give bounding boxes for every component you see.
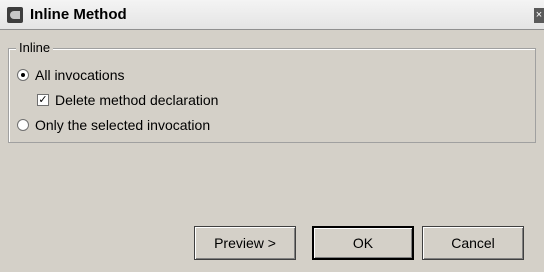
ok-button[interactable]: OK — [312, 226, 414, 260]
inline-method-dialog: Inline Method × Inline All invocations ✓… — [0, 0, 544, 272]
only-selected-label[interactable]: Only the selected invocation — [35, 116, 210, 134]
groupbox-label: Inline — [16, 39, 54, 56]
only-selected-radio[interactable] — [17, 119, 29, 131]
preview-button[interactable]: Preview > — [194, 226, 296, 260]
close-icon[interactable]: × — [534, 8, 544, 23]
delete-declaration-checkbox[interactable]: ✓ — [37, 94, 49, 106]
all-invocations-radio[interactable] — [17, 69, 29, 81]
dialog-title: Inline Method — [30, 6, 127, 23]
cancel-button[interactable]: Cancel — [422, 226, 524, 260]
title-bar: Inline Method × — [0, 0, 544, 30]
app-icon — [7, 7, 23, 23]
delete-declaration-label[interactable]: Delete method declaration — [55, 91, 218, 109]
all-invocations-label[interactable]: All invocations — [35, 66, 125, 84]
